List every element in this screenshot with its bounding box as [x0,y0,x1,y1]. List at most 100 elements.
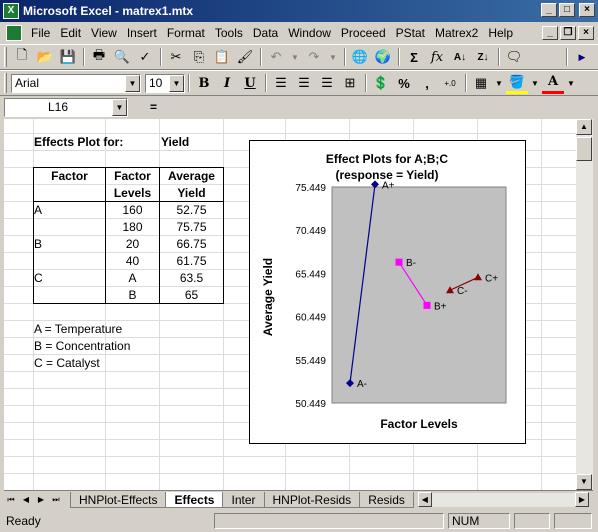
scroll-right-icon[interactable]: ▶ [575,491,589,507]
header-levels-top[interactable]: Factor [106,169,159,183]
currency-icon[interactable]: 💲 [370,72,392,94]
menu-data[interactable]: Data [248,26,283,40]
undo-dropdown-icon[interactable]: ▼ [288,46,302,68]
web-toolbar-icon[interactable]: 🌍 [372,46,394,68]
name-box[interactable]: L16 ▼ [4,97,128,117]
header-factor[interactable]: Factor [34,169,105,183]
effects-chart[interactable]: Effect Plots for A;B;C (response = Yield… [249,140,526,444]
scroll-thumb[interactable] [576,137,592,161]
table-cell-average[interactable]: 63.5 [160,271,223,285]
vertical-scrollbar[interactable]: ▲ ▼ [576,119,593,490]
doc-restore-button[interactable]: ❐ [560,26,576,40]
spelling-icon[interactable]: ✓ [134,46,156,68]
legend-line[interactable]: C = Catalyst [34,356,100,370]
last-sheet-icon[interactable]: ⏭ [49,493,63,507]
borders-icon[interactable]: ▦ [470,72,492,94]
tab-hnplot-effects[interactable]: HNPlot-Effects [70,491,167,508]
table-cell-level[interactable]: 40 [106,254,159,268]
table-cell-level[interactable]: 180 [106,220,159,234]
italic-button[interactable]: I [216,72,238,94]
redo-icon[interactable]: ↷ [303,46,325,68]
table-cell-factor[interactable]: B [34,237,42,251]
menu-insert[interactable]: Insert [122,26,162,40]
menu-help[interactable]: Help [483,26,518,40]
chevron-down-icon[interactable]: ▼ [169,74,184,92]
table-cell-average[interactable]: 52.75 [160,203,223,217]
merge-center-icon[interactable]: ⊞ [339,72,361,94]
bold-button[interactable]: B [193,72,215,94]
save-icon[interactable]: 💾 [57,46,79,68]
font-size-combo[interactable]: 10 ▼ [145,73,185,93]
response-name[interactable]: Yield [161,135,189,149]
new-icon[interactable]: 🗋 [11,46,33,68]
font-name-combo[interactable]: Arial ▼ [11,73,141,93]
formula-equals[interactable]: = [150,100,157,114]
legend-line[interactable]: A = Temperature [34,322,122,336]
table-cell-average[interactable]: 66.75 [160,237,223,251]
table-cell-level[interactable]: 20 [106,237,159,251]
align-right-icon[interactable]: ☰ [316,72,338,94]
horizontal-scrollbar[interactable]: ◀ ▶ [417,491,589,507]
table-cell-average[interactable]: 75.75 [160,220,223,234]
borders-dropdown-icon[interactable]: ▼ [493,72,505,94]
chevron-down-icon[interactable]: ▼ [112,98,127,116]
menu-view[interactable]: View [86,26,122,40]
run-icon[interactable]: ▶ [571,46,593,68]
table-cell-average[interactable]: 61.75 [160,254,223,268]
effects-plot-label[interactable]: Effects Plot for: [34,135,123,149]
excel-app-icon[interactable]: X [3,3,19,19]
prev-sheet-icon[interactable]: ◀ [19,493,33,507]
table-cell-factor[interactable]: C [34,271,43,285]
document-icon[interactable] [6,25,22,41]
increase-decimal-icon[interactable]: +.0 [439,72,461,94]
scroll-up-icon[interactable]: ▲ [576,119,592,135]
menu-format[interactable]: Format [162,26,210,40]
font-color-dropdown-icon[interactable]: ▼ [565,72,577,94]
table-cell-level[interactable]: A [106,271,159,285]
redo-dropdown-icon[interactable]: ▼ [326,46,340,68]
function-icon[interactable]: fx [426,46,448,68]
print-preview-icon[interactable]: 🔍 [111,46,133,68]
print-icon[interactable]: 🖶 [88,46,110,68]
percent-button[interactable]: % [393,72,415,94]
office-assistant-icon[interactable]: 🗨 [503,46,525,68]
doc-close-button[interactable]: × [578,26,594,40]
autosum-icon[interactable]: Σ [403,46,425,68]
menu-tools[interactable]: Tools [210,26,248,40]
table-cell-level[interactable]: B [106,288,159,302]
sort-descending-icon[interactable]: Z↓ [472,46,494,68]
table-cell-level[interactable]: 160 [106,203,159,217]
comma-button[interactable]: , [416,72,438,94]
tab-hnplot-resids[interactable]: HNPlot-Resids [263,491,361,508]
cut-icon[interactable]: ✂ [165,46,187,68]
align-left-icon[interactable]: ☰ [270,72,292,94]
menu-pstat[interactable]: PStat [391,26,430,40]
minimize-button[interactable]: _ [541,3,557,17]
fill-color-icon[interactable]: 🪣 [506,72,528,94]
menu-matrex2[interactable]: Matrex2 [430,26,483,40]
open-icon[interactable]: 📂 [34,46,56,68]
paste-icon[interactable]: 📋 [211,46,233,68]
fill-dropdown-icon[interactable]: ▼ [529,72,541,94]
tab-inter[interactable]: Inter [222,491,265,508]
menu-window[interactable]: Window [283,26,336,40]
undo-icon[interactable]: ↶ [265,46,287,68]
doc-minimize-button[interactable]: _ [542,26,558,40]
menu-proceed[interactable]: Proceed [336,26,391,40]
next-sheet-icon[interactable]: ▶ [34,493,48,507]
sort-ascending-icon[interactable]: A↓ [449,46,471,68]
align-center-icon[interactable]: ☰ [293,72,315,94]
first-sheet-icon[interactable]: ⏮ [4,493,18,507]
close-button[interactable]: × [579,3,595,17]
menu-file[interactable]: File [26,26,55,40]
header-average-bottom[interactable]: Yield [160,186,223,200]
legend-line[interactable]: B = Concentration [34,339,130,353]
tab-effects[interactable]: Effects [165,491,224,508]
web-globe-icon[interactable]: 🌐 [349,46,371,68]
font-color-icon[interactable]: A [542,72,564,94]
chevron-down-icon[interactable]: ▼ [125,74,140,92]
worksheet-grid[interactable]: Effects Plot for: Yield Factor Factor Le… [4,119,576,490]
scroll-down-icon[interactable]: ▼ [576,474,592,490]
copy-icon[interactable]: ⎘ [188,46,210,68]
table-cell-average[interactable]: 65 [160,288,223,302]
